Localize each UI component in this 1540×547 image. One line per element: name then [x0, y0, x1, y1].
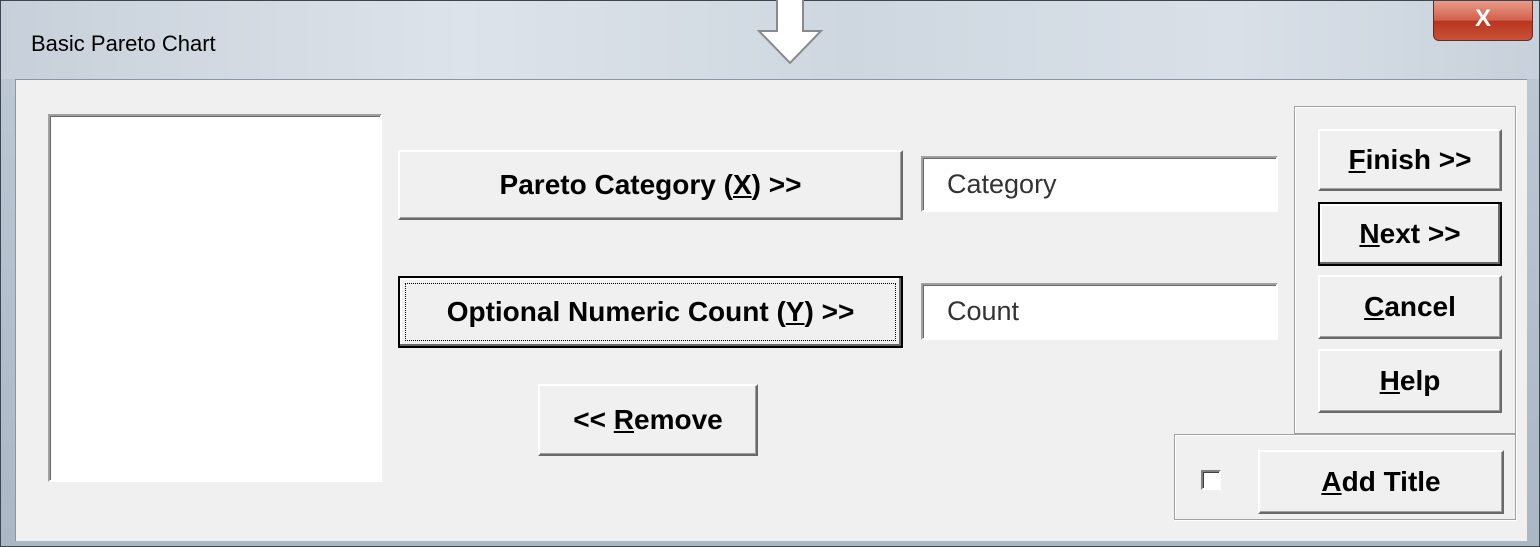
down-arrow-icon [756, 0, 824, 65]
pareto-category-label-suffix: ) >> [751, 169, 802, 200]
remove-label-prefix: << [573, 404, 614, 435]
finish-button[interactable]: Finish >> [1318, 129, 1502, 191]
next-accel: N [1359, 218, 1380, 249]
finish-accel: F [1348, 144, 1366, 175]
cancel-accel: C [1364, 291, 1385, 322]
cancel-label-suffix: ancel [1384, 291, 1456, 322]
window-title: Basic Pareto Chart [31, 31, 216, 56]
remove-label-suffix: emove [634, 404, 723, 435]
title-bar[interactable]: Basic Pareto Chart X [1, 0, 1539, 79]
next-button[interactable]: Next >> [1318, 202, 1502, 266]
variables-listbox[interactable] [48, 114, 382, 482]
cancel-button[interactable]: Cancel [1318, 275, 1502, 339]
focus-ring [405, 283, 896, 341]
numeric-count-button[interactable]: Optional Numeric Count (Y) >> [398, 276, 903, 348]
add-title-accel: A [1321, 466, 1342, 497]
next-label-suffix: ext >> [1379, 218, 1461, 249]
help-label-suffix: elp [1399, 365, 1441, 396]
finish-label-suffix: inish >> [1365, 144, 1472, 175]
add-title-label-suffix: dd Title [1341, 466, 1441, 497]
remove-accel: R [613, 404, 634, 435]
count-field[interactable]: Count [921, 283, 1278, 340]
pareto-category-button[interactable]: Pareto Category (X) >> [398, 150, 903, 220]
category-field[interactable]: Category [921, 156, 1278, 212]
help-button[interactable]: Help [1318, 349, 1502, 413]
pareto-category-accel: X [732, 169, 752, 200]
close-icon: X [1474, 5, 1491, 32]
pareto-category-label-prefix: Pareto Category ( [499, 169, 733, 200]
add-title-button[interactable]: Add Title [1258, 450, 1504, 514]
add-title-checkbox[interactable] [1201, 470, 1221, 490]
remove-button[interactable]: << Remove [538, 384, 758, 456]
close-button[interactable]: X [1433, 1, 1533, 41]
help-accel: H [1379, 365, 1400, 396]
